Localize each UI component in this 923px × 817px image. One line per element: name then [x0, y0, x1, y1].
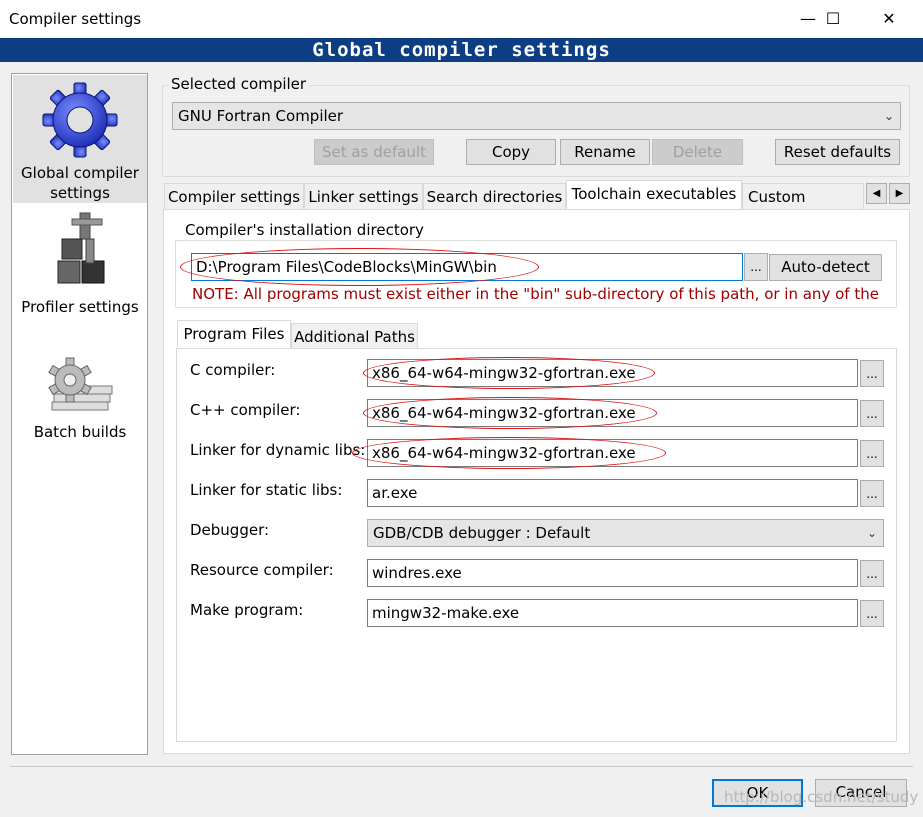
dynamic-linker-input[interactable]: x86_64-w64-mingw32-gfortran.exe	[367, 439, 858, 467]
c-compiler-browse-button[interactable]: ...	[860, 360, 884, 387]
set-as-default-button[interactable]: Set as default	[314, 139, 434, 165]
sidebar-item-batch-builds[interactable]: Batch builds	[13, 356, 147, 456]
resource-compiler-label: Resource compiler:	[190, 561, 334, 579]
tab-scroll-right-button[interactable]: ▶	[889, 183, 910, 204]
gear-icon	[41, 81, 119, 164]
chevron-down-icon: ⌄	[883, 109, 894, 123]
auto-detect-button[interactable]: Auto-detect	[769, 254, 882, 281]
tab-scroll-left-button[interactable]: ◀	[866, 183, 887, 204]
settings-category-list: Global compiler settings Profiler settin…	[11, 73, 148, 755]
window-title: Compiler settings	[9, 10, 142, 28]
install-dir-note: NOTE: All programs must exist either in …	[192, 285, 879, 303]
debugger-label: Debugger:	[190, 521, 270, 539]
sidebar-item-label: Global compiler	[21, 164, 139, 182]
rename-button[interactable]: Rename	[560, 139, 650, 165]
reset-defaults-button[interactable]: Reset defaults	[775, 139, 900, 165]
tab-compiler-settings[interactable]: Compiler settings	[164, 183, 304, 209]
title-bar: Compiler settings — ☐ ✕	[0, 0, 923, 38]
install-dir-browse-button[interactable]: ...	[744, 253, 768, 281]
cpp-compiler-browse-button[interactable]: ...	[860, 400, 884, 427]
static-linker-label: Linker for static libs:	[190, 481, 343, 499]
tab-program-files[interactable]: Program Files	[177, 320, 291, 350]
dynamic-linker-browse-button[interactable]: ...	[860, 440, 884, 467]
footer-divider	[10, 766, 913, 767]
tab-additional-paths[interactable]: Additional Paths	[291, 323, 418, 349]
copy-button[interactable]: Copy	[466, 139, 556, 165]
watermark: http://blog.csdn.net/study	[724, 788, 919, 806]
sidebar-item-global-compiler[interactable]: Global compiler settings	[13, 75, 147, 203]
make-program-browse-button[interactable]: ...	[860, 600, 884, 627]
static-linker-browse-button[interactable]: ...	[860, 480, 884, 507]
cpp-compiler-input[interactable]: x86_64-w64-mingw32-gfortran.exe	[367, 399, 858, 427]
chevron-down-icon: ⌄	[866, 526, 877, 540]
batch-gear-icon	[40, 356, 120, 423]
header-banner: Global compiler settings	[0, 38, 923, 62]
tab-custom-variables[interactable]: Custom variable	[742, 183, 864, 209]
sidebar-item-profiler[interactable]: Profiler settings	[13, 211, 147, 321]
make-program-label: Make program:	[190, 601, 304, 619]
tab-linker-settings[interactable]: Linker settings	[304, 183, 423, 209]
install-dir-label: Compiler's installation directory	[182, 221, 427, 239]
selected-compiler-label: Selected compiler	[168, 75, 310, 93]
compiler-select[interactable]: GNU Fortran Compiler ⌄	[172, 102, 901, 130]
debugger-select[interactable]: GDB/CDB debugger : Default ⌄	[367, 519, 884, 547]
c-compiler-input[interactable]: x86_64-w64-mingw32-gfortran.exe	[367, 359, 858, 387]
resource-compiler-input[interactable]: windres.exe	[367, 559, 858, 587]
delete-button[interactable]: Delete	[652, 139, 743, 165]
tab-toolchain-executables[interactable]: Toolchain executables	[566, 180, 742, 210]
compiler-select-value: GNU Fortran Compiler	[178, 107, 344, 125]
static-linker-input[interactable]: ar.exe	[367, 479, 858, 507]
c-compiler-label: C compiler:	[190, 361, 276, 379]
sidebar-item-label: settings	[50, 184, 110, 202]
maximize-button[interactable]: ☐	[810, 0, 856, 38]
close-button[interactable]: ✕	[866, 0, 912, 38]
sidebar-item-label: Profiler settings	[21, 298, 139, 316]
cpp-compiler-label: C++ compiler:	[190, 401, 301, 419]
caliper-icon	[50, 211, 110, 290]
make-program-input[interactable]: mingw32-make.exe	[367, 599, 858, 627]
resource-compiler-browse-button[interactable]: ...	[860, 560, 884, 587]
dynamic-linker-label: Linker for dynamic libs:	[190, 441, 366, 459]
tab-search-directories[interactable]: Search directories	[423, 183, 566, 209]
debugger-select-value: GDB/CDB debugger : Default	[373, 524, 591, 542]
sidebar-item-label: Batch builds	[33, 423, 127, 441]
install-dir-input[interactable]: D:\Program Files\CodeBlocks\MinGW\bin	[191, 253, 743, 281]
